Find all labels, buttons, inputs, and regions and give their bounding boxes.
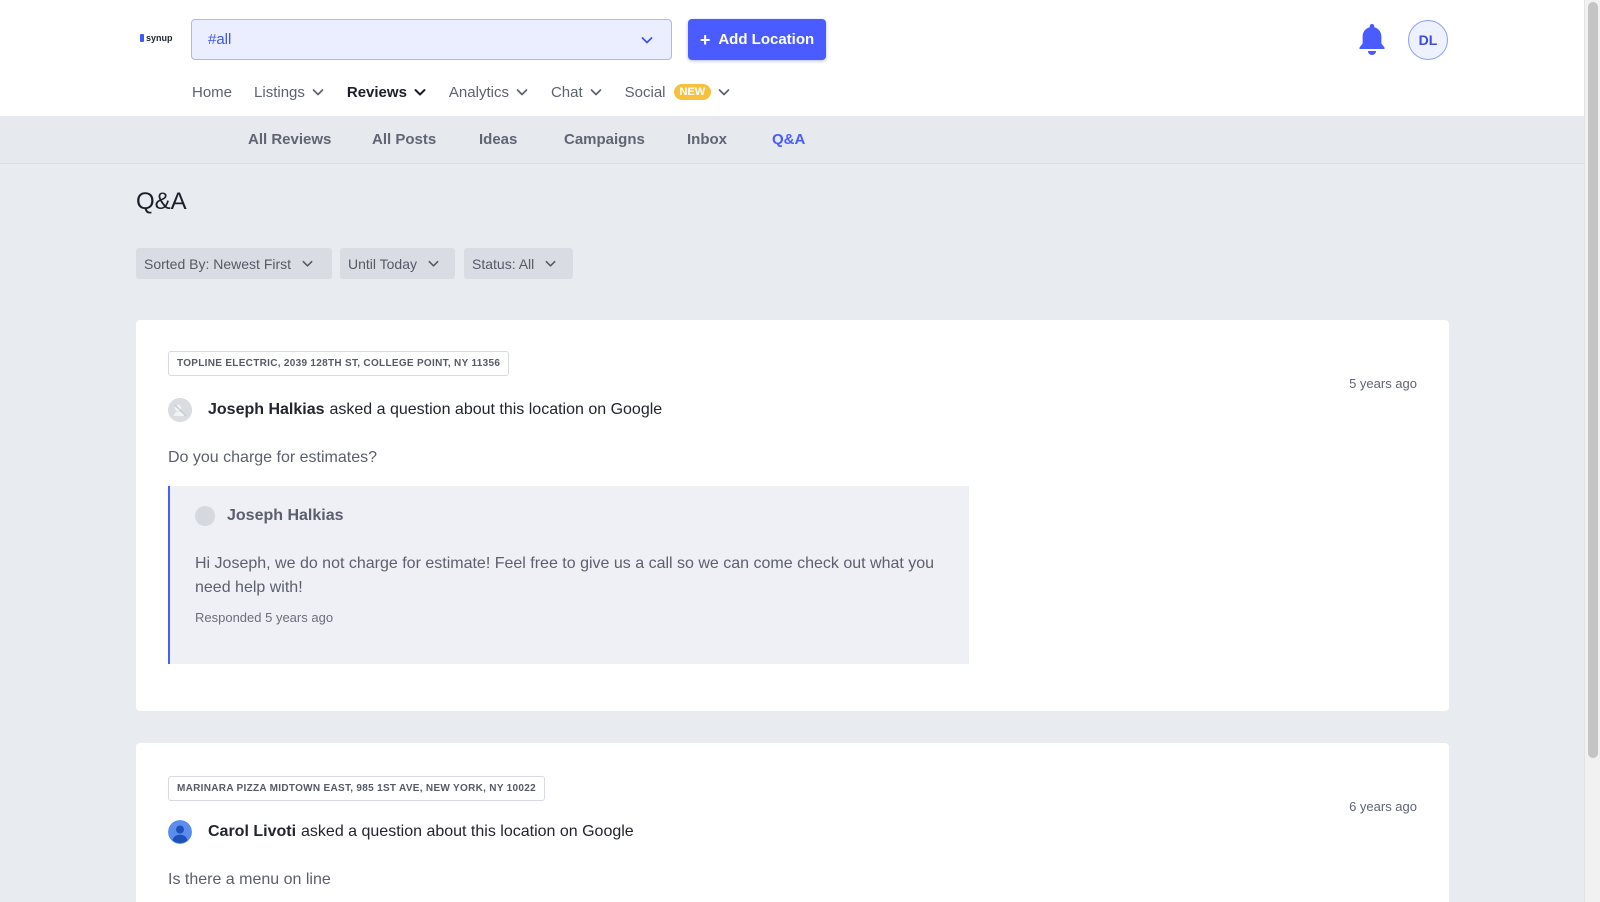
user-placeholder-icon [168,398,192,422]
nav-item-social[interactable]: Social NEW [625,84,732,101]
avatar [168,398,192,422]
sort-filter-dropdown[interactable]: Sorted By: Newest First [136,248,332,279]
asker-line: Joseph Halkias asked a question about th… [168,398,662,422]
location-select[interactable]: #all [191,19,672,60]
synup-logo[interactable]: synup [140,33,173,43]
chevron-down-icon [718,89,730,96]
tab-qa[interactable]: Q&A [772,131,805,148]
answer-text: Hi Joseph, we do not charge for estimate… [195,555,935,596]
asker-line: Carol Livoti asked a question about this… [168,820,634,844]
chevron-down-icon [414,89,426,96]
logo-text: synup [146,33,173,43]
page-title: Q&A [136,188,187,215]
chevron-down-icon [516,89,528,96]
nav-item-listings[interactable]: Listings [254,84,325,101]
chevron-down-icon [545,260,556,267]
nav-item-chat[interactable]: Chat [551,84,603,101]
question-card: TOPLINE ELECTRIC, 2039 128TH ST, COLLEGE… [136,320,1449,711]
chevron-down-icon [302,260,313,267]
asker-name[interactable]: Carol Livoti [208,823,296,841]
question-text: Is there a menu on line [168,871,331,888]
user-avatar[interactable]: DL [1408,20,1448,60]
answer-block: Joseph Halkias Hi Joseph, we do not char… [168,486,969,664]
location-tag: TOPLINE ELECTRIC, 2039 128TH ST, COLLEGE… [168,351,510,376]
plus-icon: + [699,29,711,50]
nav-label: Chat [550,83,583,101]
question-time: 5 years ago [1349,376,1417,391]
tab-all-reviews[interactable]: All Reviews [248,131,331,148]
date-filter-dropdown[interactable]: Until Today [340,248,455,279]
nav-label: Listings [254,83,305,101]
filter-label: Until Today [348,255,418,272]
chevron-down-icon [641,36,653,43]
user-avatar-icon [168,820,192,844]
tab-ideas[interactable]: Ideas [479,131,517,148]
page-scrollbar[interactable] [1584,0,1600,902]
reviews-sub-nav: All Reviews All Posts Ideas Campaigns In… [0,116,1584,164]
status-filter-dropdown[interactable]: Status: All [464,248,573,279]
nav-item-analytics[interactable]: Analytics [449,84,529,101]
filter-label: Status: All [472,255,535,272]
notification-bell-icon[interactable] [1356,22,1388,56]
asker-name[interactable]: Joseph Halkias [208,401,325,419]
scrollbar-thumb[interactable] [1588,2,1598,758]
answer-avatar [195,506,215,526]
avatar [168,820,192,844]
nav-label: Home [192,83,233,101]
filter-label: Sorted By: Newest First [144,255,292,272]
nav-label: Analytics [448,83,509,101]
new-badge: NEW [673,84,712,100]
nav-label: Reviews [346,83,407,101]
question-card: MARINARA PIZZA MIDTOWN EAST, 985 1ST AVE… [136,743,1449,902]
chevron-down-icon [428,260,439,267]
chevron-down-icon [312,89,324,96]
tab-campaigns[interactable]: Campaigns [564,131,645,148]
answer-header: Joseph Halkias [195,506,344,526]
main-nav: Home Listings Reviews Analytics Chat Soc… [192,80,753,104]
answer-author: Joseph Halkias [227,507,344,524]
nav-item-reviews[interactable]: Reviews [347,84,427,101]
nav-item-home[interactable]: Home [192,84,232,101]
top-header: synup #all + Add Location DL Home Listin… [0,0,1584,116]
location-tag: MARINARA PIZZA MIDTOWN EAST, 985 1ST AVE… [168,776,545,801]
add-location-label: Add Location [718,31,815,48]
asker-action-text: asked a question about this location on … [301,823,634,840]
answer-responded-time: Responded 5 years ago [195,610,334,625]
question-time: 6 years ago [1349,799,1417,814]
asker-action-text: asked a question about this location on … [329,401,663,418]
add-location-button[interactable]: + Add Location [688,19,826,60]
chevron-down-icon [590,89,601,96]
tab-all-posts[interactable]: All Posts [372,131,436,148]
logo-icon [140,34,144,42]
question-text: Do you charge for estimates? [168,449,377,466]
nav-label: Social [624,83,666,101]
tab-inbox[interactable]: Inbox [687,131,727,148]
location-select-value: #all [208,31,232,48]
